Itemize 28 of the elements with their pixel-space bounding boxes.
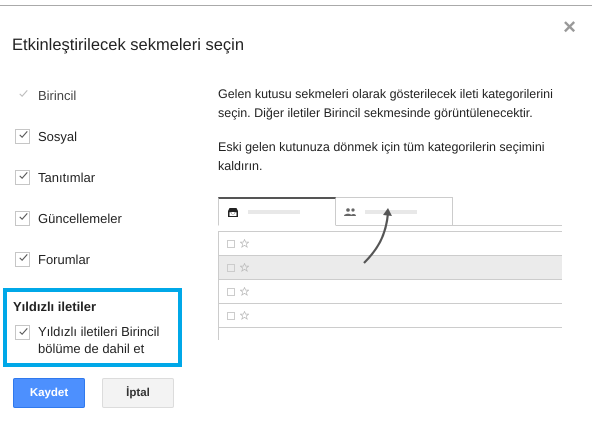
category-label: Güncellemeler: [38, 210, 122, 226]
checkbox[interactable]: [15, 210, 30, 226]
category-label: Sosyal: [38, 128, 78, 144]
category-label: Tanıtımlar: [38, 170, 96, 184]
cancel-button[interactable]: İptal: [102, 378, 174, 408]
people-icon: [344, 208, 356, 216]
description-text: Eski gelen kutunuza dönmek için tüm kategorilerin seçimini kaldırın.: [218, 139, 546, 175]
description-text: Gelen kutusu sekmeleri olarak gösterilecek ileti kategorilerini seçin. Diğer iletiler Birincil sekmesinde görüntülenecektir.: [218, 86, 554, 122]
checkbox[interactable]: [15, 252, 30, 266]
star-icon: [240, 311, 249, 320]
star-icon: [240, 287, 249, 296]
category-label: Forumlar: [38, 252, 90, 266]
checkbox-icon: [227, 288, 235, 296]
star-icon: [240, 239, 249, 248]
category-label: Birincil: [38, 88, 76, 102]
checkbox-icon: [227, 240, 235, 248]
checkbox[interactable]: [15, 128, 30, 144]
dialog-title: Etkinleştirilecek sekmeleri seçin: [12, 36, 244, 55]
checkbox[interactable]: [15, 170, 30, 184]
close-button[interactable]: ×: [559, 14, 580, 40]
checkbox-icon: [227, 264, 235, 272]
inbox-icon: [227, 206, 239, 218]
checkbox-icon: [227, 312, 235, 320]
star-icon: [240, 263, 249, 272]
section-heading: Yıldızlı iletiler: [12, 299, 98, 314]
save-button[interactable]: Kaydet: [13, 378, 85, 408]
checkbox[interactable]: [15, 325, 30, 340]
option-label: Yıldızlı iletileri Birincil bölüme de dahil et: [38, 323, 160, 357]
